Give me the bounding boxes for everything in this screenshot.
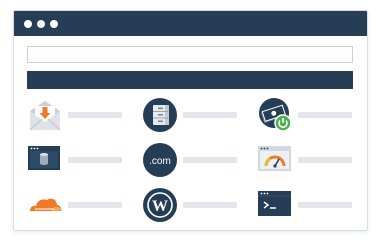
wordpress-icon: W — [142, 187, 178, 223]
database-window-icon — [27, 142, 63, 178]
tile-label — [68, 202, 122, 208]
svg-text:.com: .com — [149, 156, 171, 167]
tile-label — [183, 202, 237, 208]
tile-terminal[interactable] — [257, 187, 357, 225]
tile-label — [298, 112, 352, 118]
tile-label — [183, 112, 237, 118]
window-dot-minimize[interactable] — [37, 20, 45, 28]
dotcom-icon: .com — [142, 142, 178, 178]
svg-text:W: W — [152, 198, 168, 215]
tile-cloudflare[interactable] — [27, 187, 127, 225]
tile-billing[interactable] — [257, 97, 357, 135]
tile-email[interactable] — [27, 97, 127, 135]
tile-label — [298, 157, 352, 163]
tile-database[interactable] — [27, 142, 127, 180]
terminal-icon — [257, 187, 293, 223]
tile-label — [68, 157, 122, 163]
money-power-icon — [257, 97, 293, 133]
file-cabinet-icon — [142, 97, 178, 133]
title-bar — [14, 11, 367, 36]
tile-domains[interactable]: .com — [142, 142, 242, 180]
cloud-icon — [27, 187, 63, 223]
tile-performance[interactable] — [257, 142, 357, 180]
address-bar[interactable] — [27, 46, 353, 63]
email-download-icon — [27, 97, 63, 133]
tile-file-manager[interactable] — [142, 97, 242, 135]
nav-bar — [27, 71, 353, 89]
tile-label — [183, 157, 237, 163]
window-dot-close[interactable] — [24, 20, 32, 28]
tile-label — [68, 112, 122, 118]
tile-wordpress[interactable]: W — [142, 187, 242, 225]
speedometer-window-icon — [257, 142, 293, 178]
tile-label — [298, 202, 352, 208]
browser-window: .com W — [13, 10, 368, 231]
window-dot-maximize[interactable] — [50, 20, 58, 28]
